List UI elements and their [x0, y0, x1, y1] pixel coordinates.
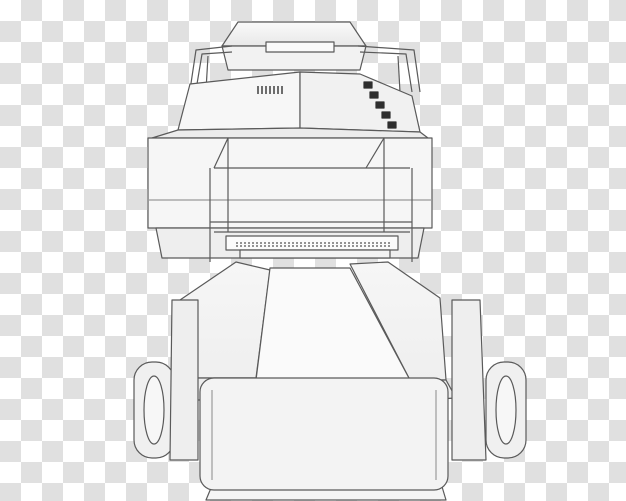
- upper-deck: [151, 71, 429, 139]
- transparent-background-checkerboard: [0, 0, 626, 501]
- left-wheel: [133, 361, 175, 459]
- grain-grille: [225, 235, 399, 259]
- cab-roof: [221, 21, 367, 71]
- combine-harvester-render: [133, 21, 527, 501]
- right-wheel: [485, 361, 527, 459]
- header-drum: [199, 377, 449, 491]
- vent-grille: [257, 86, 283, 94]
